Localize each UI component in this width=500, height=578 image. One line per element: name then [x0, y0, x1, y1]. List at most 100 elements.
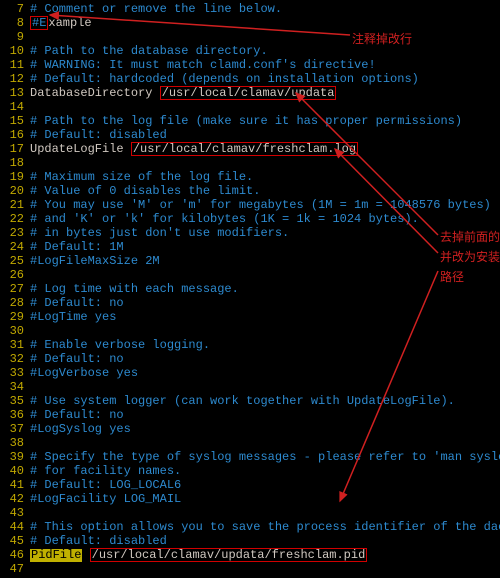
code-line[interactable]: 46PidFile /usr/local/clamav/updata/fresh…: [0, 548, 500, 562]
line-content: # Path to the database directory.: [30, 44, 268, 58]
line-number: 10: [0, 44, 30, 58]
line-content: # Log time with each message.: [30, 282, 239, 296]
code-line[interactable]: 28# Default: no: [0, 296, 500, 310]
code-line[interactable]: 22# and 'K' or 'k' for kilobytes (1K = 1…: [0, 212, 500, 226]
line-number: 25: [0, 254, 30, 268]
annotation-side-2: 并改为安装时的: [440, 248, 500, 265]
line-content: PidFile /usr/local/clamav/updata/freshcl…: [30, 548, 367, 562]
code-line[interactable]: 17UpdateLogFile /usr/local/clamav/freshc…: [0, 142, 500, 156]
code-line[interactable]: 13DatabaseDirectory /usr/local/clamav/up…: [0, 86, 500, 100]
line-number: 33: [0, 366, 30, 380]
code-line[interactable]: 7# Comment or remove the line below.: [0, 2, 500, 16]
line-content: UpdateLogFile /usr/local/clamav/freshcla…: [30, 142, 358, 156]
line-number: 36: [0, 408, 30, 422]
code-line[interactable]: 35# Use system logger (can work together…: [0, 394, 500, 408]
code-line[interactable]: 19# Maximum size of the log file.: [0, 170, 500, 184]
config-key: DatabaseDirectory: [30, 86, 160, 100]
code-line[interactable]: 29#LogTime yes: [0, 310, 500, 324]
code-line[interactable]: 42#LogFacility LOG_MAIL: [0, 492, 500, 506]
line-content: # Default: disabled: [30, 534, 167, 548]
code-line[interactable]: 41# Default: LOG_LOCAL6: [0, 478, 500, 492]
code-line[interactable]: 18: [0, 156, 500, 170]
code-line[interactable]: 32# Default: no: [0, 352, 500, 366]
code-line[interactable]: 33#LogVerbose yes: [0, 366, 500, 380]
line-content: #LogVerbose yes: [30, 366, 138, 380]
code-line[interactable]: 45# Default: disabled: [0, 534, 500, 548]
code-line[interactable]: 12# Default: hardcoded (depends on insta…: [0, 72, 500, 86]
line-number: 16: [0, 128, 30, 142]
line-content: #Example: [30, 16, 92, 30]
code-line[interactable]: 37#LogSyslog yes: [0, 422, 500, 436]
code-line[interactable]: 47: [0, 562, 500, 576]
highlight-box: /usr/local/clamav/freshclam.log: [131, 142, 358, 156]
code-line[interactable]: 10# Path to the database directory.: [0, 44, 500, 58]
line-number: 40: [0, 464, 30, 478]
annotation-side-3: 路径: [440, 268, 464, 285]
line-number: 43: [0, 506, 30, 520]
config-key: UpdateLogFile: [30, 142, 131, 156]
highlight-box: #E: [30, 16, 48, 30]
code-line[interactable]: 23# in bytes just don't use modifiers.: [0, 226, 500, 240]
code-line[interactable]: 16# Default: disabled: [0, 128, 500, 142]
line-content: # Specify the type of syslog messages - …: [30, 450, 500, 464]
line-number: 34: [0, 380, 30, 394]
code-line[interactable]: 11# WARNING: It must match clamd.conf's …: [0, 58, 500, 72]
code-line[interactable]: 30: [0, 324, 500, 338]
line-content: #LogTime yes: [30, 310, 116, 324]
line-number: 44: [0, 520, 30, 534]
line-content: # Path to the log file (make sure it has…: [30, 114, 462, 128]
code-line[interactable]: 39# Specify the type of syslog messages …: [0, 450, 500, 464]
code-line[interactable]: 38: [0, 436, 500, 450]
line-content: # Maximum size of the log file.: [30, 170, 253, 184]
code-line[interactable]: 34: [0, 380, 500, 394]
line-number: 30: [0, 324, 30, 338]
code-line[interactable]: 31# Enable verbose logging.: [0, 338, 500, 352]
line-content: # Enable verbose logging.: [30, 338, 210, 352]
code-line[interactable]: 15# Path to the log file (make sure it h…: [0, 114, 500, 128]
line-number: 21: [0, 198, 30, 212]
line-content: # Default: hardcoded (depends on install…: [30, 72, 419, 86]
line-number: 7: [0, 2, 30, 16]
line-number: 13: [0, 86, 30, 100]
line-number: 29: [0, 310, 30, 324]
line-content: # You may use 'M' or 'm' for megabytes (…: [30, 198, 491, 212]
code-line[interactable]: 14: [0, 100, 500, 114]
code-editor[interactable]: 7# Comment or remove the line below.8#Ex…: [0, 0, 500, 578]
highlight-box: /usr/local/clamav/updata: [160, 86, 337, 100]
line-content: #LogFileMaxSize 2M: [30, 254, 160, 268]
code-line[interactable]: 24# Default: 1M: [0, 240, 500, 254]
line-number: 18: [0, 156, 30, 170]
line-number: 15: [0, 114, 30, 128]
code-line[interactable]: 8#Example: [0, 16, 500, 30]
line-content: # for facility names.: [30, 464, 181, 478]
code-line[interactable]: 9: [0, 30, 500, 44]
line-number: 42: [0, 492, 30, 506]
code-line[interactable]: 26: [0, 268, 500, 282]
code-line[interactable]: 20# Value of 0 disables the limit.: [0, 184, 500, 198]
line-number: 22: [0, 212, 30, 226]
line-number: 8: [0, 16, 30, 30]
code-line[interactable]: 25#LogFileMaxSize 2M: [0, 254, 500, 268]
code-line[interactable]: 21# You may use 'M' or 'm' for megabytes…: [0, 198, 500, 212]
line-content: DatabaseDirectory /usr/local/clamav/upda…: [30, 86, 336, 100]
annotation-side-1: 去掉前面的#,: [440, 228, 500, 245]
code-line[interactable]: 44# This option allows you to save the p…: [0, 520, 500, 534]
line-content: # in bytes just don't use modifiers.: [30, 226, 289, 240]
line-content: # and 'K' or 'k' for kilobytes (1K = 1k …: [30, 212, 419, 226]
code-line[interactable]: 36# Default: no: [0, 408, 500, 422]
line-number: 35: [0, 394, 30, 408]
line-number: 9: [0, 30, 30, 44]
code-line[interactable]: 27# Log time with each message.: [0, 282, 500, 296]
line-number: 19: [0, 170, 30, 184]
line-content: # Default: no: [30, 352, 124, 366]
line-number: 32: [0, 352, 30, 366]
code-line[interactable]: 43: [0, 506, 500, 520]
line-number: 17: [0, 142, 30, 156]
line-content: #LogSyslog yes: [30, 422, 131, 436]
line-number: 23: [0, 226, 30, 240]
code-line[interactable]: 40# for facility names.: [0, 464, 500, 478]
line-number: 37: [0, 422, 30, 436]
annotation-top: 注释掉改行: [352, 30, 412, 47]
line-number: 26: [0, 268, 30, 282]
line-content: # This option allows you to save the pro…: [30, 520, 500, 534]
